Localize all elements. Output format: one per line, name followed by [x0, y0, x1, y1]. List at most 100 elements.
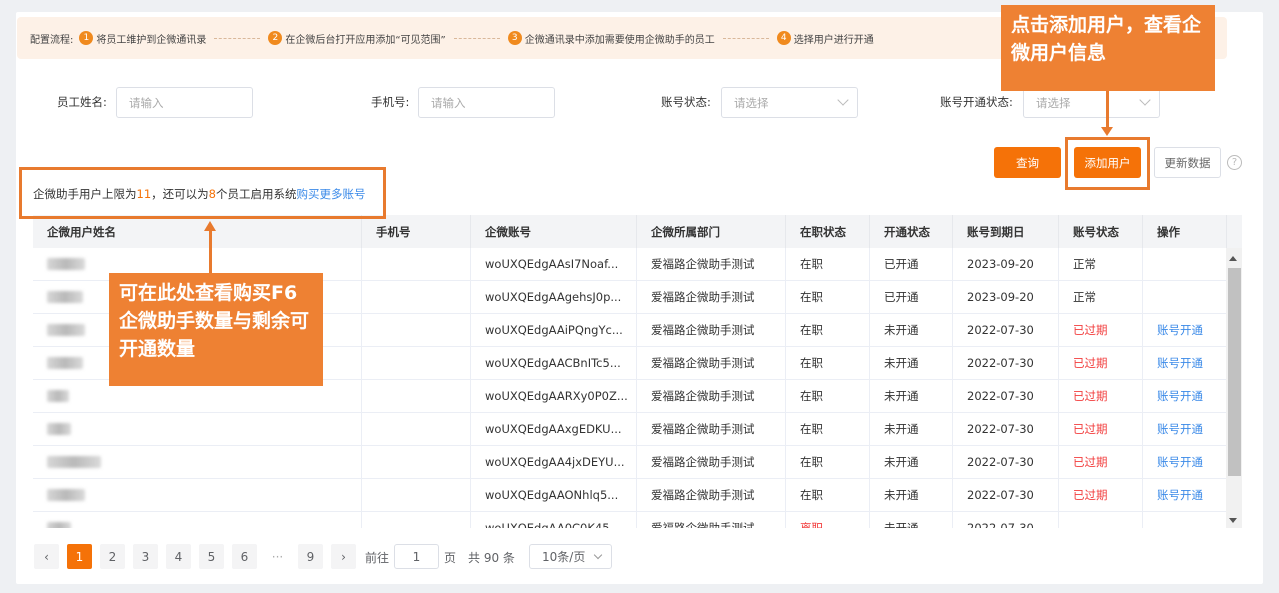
more-pages-icon[interactable]: ··· [265, 544, 290, 569]
page-2-button[interactable]: 2 [100, 544, 125, 569]
page-unit-label: 页 [444, 551, 457, 565]
blurred-name [47, 324, 85, 336]
phone-filter-input[interactable]: 请输入 [418, 87, 555, 118]
job-status-cell: 在职 [786, 380, 870, 412]
help-icon[interactable]: ? [1227, 155, 1242, 170]
col-header-phone: 手机号 [362, 215, 471, 248]
page-3-button[interactable]: 3 [133, 544, 158, 569]
table-row: woUXQEdgAA0C0K45... 爱福路企微助手测试 离职 未开通 202… [33, 512, 1242, 528]
col-header-expire: 账号到期日 [953, 215, 1059, 248]
name-filter-input[interactable]: 请输入 [116, 87, 253, 118]
dept-cell: 爱福路企微助手测试 [637, 446, 786, 478]
table-row: woUXQEdgAAxgEDKU... 爱福路企微助手测试 在职 未开通 202… [33, 413, 1242, 446]
expire-cell: 2023-09-20 [953, 248, 1059, 280]
open-account-link[interactable]: 账号开通 [1143, 314, 1227, 346]
open-status-label: 账号开通状态: [940, 95, 1013, 109]
step-text: 选择用户进行开通 [793, 34, 874, 46]
next-page-button[interactable]: › [331, 544, 356, 569]
account-cell: woUXQEdgAAsI7Noaf... [471, 248, 637, 280]
account-status-cell: 已过期 [1059, 347, 1143, 379]
open-status-cell: 未开通 [870, 413, 953, 445]
table-header: 企微用户姓名 手机号 企微账号 企微所属部门 在职状态 开通状态 账号到期日 账… [33, 215, 1242, 248]
name-cell [33, 479, 362, 511]
scroll-up-icon[interactable] [1229, 256, 1237, 261]
steps-label: 配置流程: [30, 34, 74, 46]
account-status-select[interactable]: 请选择 [721, 87, 858, 118]
step-connector [453, 37, 500, 39]
scrollbar-thumb[interactable] [1228, 268, 1241, 476]
open-status-cell: 未开通 [870, 380, 953, 412]
chevron-down-icon [837, 94, 849, 106]
open-status-cell: 已开通 [870, 248, 953, 280]
open-status-select[interactable]: 请选择 [1023, 87, 1160, 118]
account-status-cell: 正常 [1059, 281, 1143, 313]
chevron-down-icon [1139, 94, 1151, 106]
dept-cell: 爱福路企微助手测试 [637, 380, 786, 412]
action-cell [1143, 281, 1227, 313]
add-user-highlight-box [1065, 137, 1150, 190]
account-cell: woUXQEdgAA0C0K45... [471, 512, 637, 528]
account-status-label: 账号状态: [661, 95, 711, 109]
page-5-button[interactable]: 5 [199, 544, 224, 569]
page-size-value: 10条/页 [542, 550, 586, 564]
step-2: 2 在企微后台打开应用添加“可见范围” [268, 31, 507, 46]
action-cell [1143, 512, 1227, 528]
refresh-data-button[interactable]: 更新数据 [1154, 147, 1221, 178]
account-cell: woUXQEdgAAONhlq5... [471, 479, 637, 511]
step-number: 2 [268, 31, 283, 45]
page-6-button[interactable]: 6 [232, 544, 257, 569]
job-status-cell: 在职 [786, 347, 870, 379]
blurred-name [47, 258, 85, 270]
dept-cell: 爱福路企微助手测试 [637, 413, 786, 445]
blurred-name [47, 291, 83, 303]
query-button[interactable]: 查询 [994, 147, 1061, 178]
annotation-quota: 可在此处查看购买F6企微助手数量与剩余可开通数量 [109, 273, 323, 386]
blurred-name [47, 456, 101, 468]
total-count: 共 90 条 [468, 551, 515, 565]
name-cell [33, 512, 362, 528]
job-status-cell: 在职 [786, 248, 870, 280]
open-account-link[interactable]: 账号开通 [1143, 347, 1227, 379]
open-account-link[interactable]: 账号开通 [1143, 413, 1227, 445]
phone-cell [362, 314, 471, 346]
phone-cell [362, 479, 471, 511]
expire-cell: 2022-07-30 [953, 314, 1059, 346]
goto-page-input[interactable]: 1 [394, 544, 439, 569]
page-9-button[interactable]: 9 [298, 544, 323, 569]
open-account-link[interactable]: 账号开通 [1143, 479, 1227, 511]
page-size-select[interactable]: 10条/页 [529, 544, 612, 569]
step-text: 将员工维护到企微通讯录 [96, 34, 207, 46]
phone-cell [362, 413, 471, 445]
col-header-dept: 企微所属部门 [637, 215, 786, 248]
step-text: 在企微后台打开应用添加“可见范围” [285, 34, 446, 46]
job-status-cell: 离职 [786, 512, 870, 528]
expire-cell: 2022-07-30 [953, 380, 1059, 412]
chevron-down-icon [593, 550, 603, 560]
col-header-account: 企微账号 [471, 215, 637, 248]
prev-page-button[interactable]: ‹ [34, 544, 59, 569]
goto-label: 前往 [365, 551, 390, 565]
step-connector [214, 37, 261, 39]
page-4-button[interactable]: 4 [166, 544, 191, 569]
dept-cell: 爱福路企微助手测试 [637, 512, 786, 528]
open-status-cell: 未开通 [870, 446, 953, 478]
account-cell: woUXQEdgAAgehsJ0p... [471, 281, 637, 313]
phone-cell [362, 281, 471, 313]
arrow-down-icon [1101, 127, 1113, 136]
job-status-cell: 在职 [786, 281, 870, 313]
open-account-link[interactable]: 账号开通 [1143, 446, 1227, 478]
expire-cell: 2023-09-20 [953, 281, 1059, 313]
step-number: 4 [776, 31, 791, 45]
step-number: 1 [79, 31, 94, 45]
action-cell [1143, 248, 1227, 280]
expire-cell: 2022-07-30 [953, 512, 1059, 528]
open-status-cell: 已开通 [870, 281, 953, 313]
select-placeholder: 请选择 [1036, 95, 1071, 110]
open-status-cell: 未开通 [870, 347, 953, 379]
scroll-down-icon[interactable] [1229, 518, 1237, 523]
open-account-link[interactable]: 账号开通 [1143, 380, 1227, 412]
dept-cell: 爱福路企微助手测试 [637, 479, 786, 511]
phone-cell [362, 512, 471, 528]
page-1-button[interactable]: 1 [67, 544, 92, 569]
open-status-cell: 未开通 [870, 512, 953, 528]
